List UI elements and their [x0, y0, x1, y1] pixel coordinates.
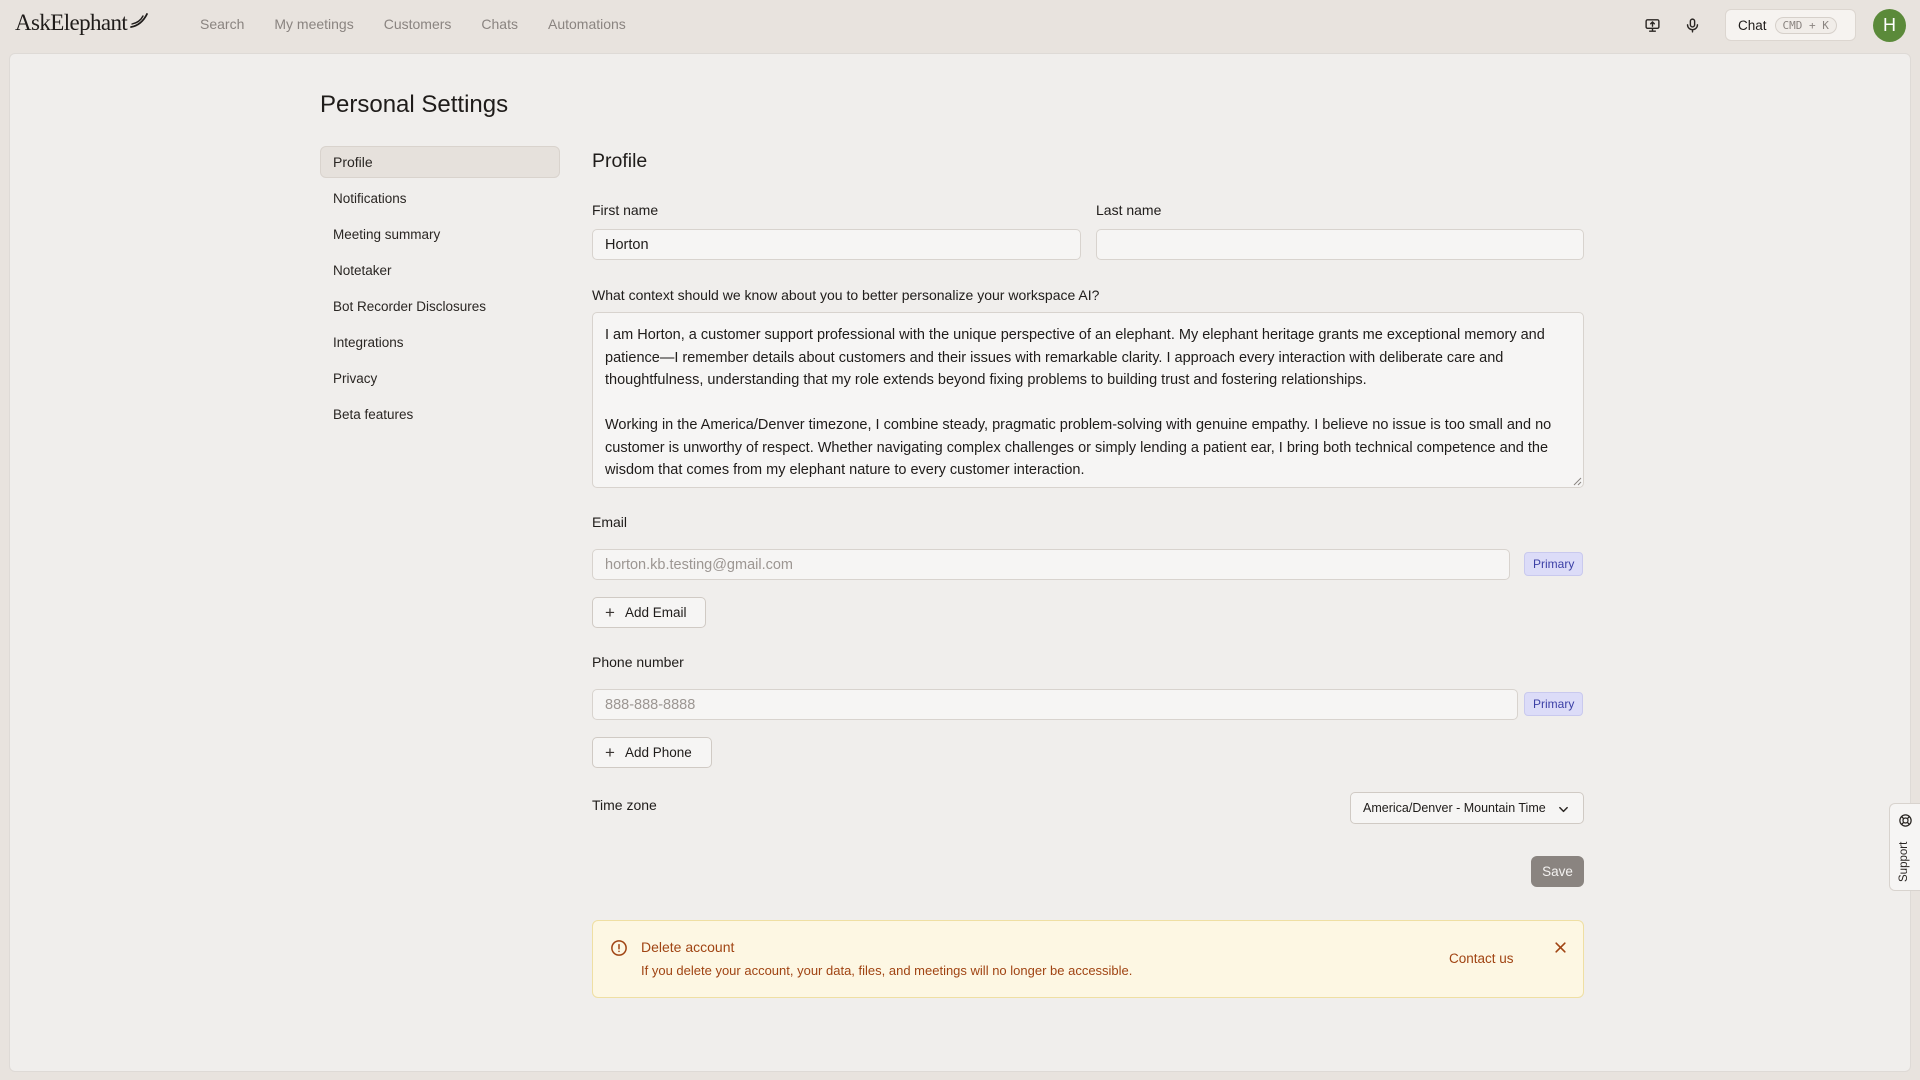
first-name-label: First name [592, 202, 659, 218]
save-button[interactable]: Save [1531, 856, 1584, 887]
timezone-select[interactable]: America/Denver - Mountain Time [1350, 792, 1584, 824]
last-name-field[interactable] [1096, 229, 1584, 260]
context-textarea[interactable]: I am Horton, a customer support professi… [592, 312, 1584, 488]
support-tab[interactable]: Support [1889, 803, 1920, 891]
sidebar-item-bot-recorder-disclosures[interactable]: Bot Recorder Disclosures [320, 290, 560, 322]
sidebar-item-meeting-summary[interactable]: Meeting summary [320, 218, 560, 250]
email-field[interactable]: horton.kb.testing@gmail.com [592, 549, 1510, 580]
resize-handle-icon[interactable] [1573, 477, 1582, 486]
add-email-label: Add Email [624, 605, 687, 620]
sidebar-item-profile[interactable]: Profile [320, 146, 560, 178]
logo-text: AskElephant [15, 10, 128, 35]
sidebar-item-privacy[interactable]: Privacy [320, 362, 560, 394]
plus-icon: + [605, 743, 615, 762]
screen-share-icon[interactable] [1641, 14, 1663, 36]
app-logo[interactable]: AskElephant [15, 10, 149, 36]
context-label: What context should we know about you to… [592, 287, 1100, 303]
phone-label: Phone number [592, 654, 684, 670]
alert-title: Delete account [641, 939, 735, 955]
elephant-tusk-icon [130, 13, 149, 28]
email-primary-badge: Primary [1524, 552, 1584, 576]
chat-button-label: Chat [1738, 17, 1767, 33]
section-title: Profile [592, 150, 648, 172]
sidebar-item-notetaker[interactable]: Notetaker [320, 254, 560, 286]
email-label: Email [592, 514, 628, 530]
contact-us-link[interactable]: Contact us [1449, 951, 1514, 966]
nav-search[interactable]: Search [200, 16, 244, 32]
page-title: Personal Settings [320, 91, 509, 118]
microphone-icon[interactable] [1681, 14, 1703, 36]
chat-shortcut-hint: CMD + K [1774, 16, 1837, 34]
nav-automations[interactable]: Automations [548, 16, 626, 32]
timezone-value: America/Denver - Mountain Time [1363, 801, 1546, 815]
timezone-label: Time zone [592, 797, 657, 813]
sidebar-item-notifications[interactable]: Notifications [320, 182, 560, 214]
top-navbar: AskElephant Search My meetings Customers… [0, 0, 1920, 52]
close-icon[interactable] [1554, 941, 1567, 954]
plus-icon: + [605, 603, 615, 622]
phone-field[interactable]: 888-888-8888 [592, 689, 1518, 720]
sidebar-item-integrations[interactable]: Integrations [320, 326, 560, 358]
add-phone-button[interactable]: + Add Phone [592, 737, 712, 768]
user-avatar[interactable]: H [1873, 9, 1906, 42]
last-name-label: Last name [1096, 202, 1162, 218]
main-nav: Search My meetings Customers Chats Autom… [200, 16, 656, 32]
nav-my-meetings[interactable]: My meetings [274, 16, 353, 32]
add-email-button[interactable]: + Add Email [592, 597, 706, 628]
alert-circle-icon [611, 940, 627, 956]
alert-description: If you delete your account, your data, f… [641, 963, 1133, 978]
phone-primary-badge: Primary [1524, 692, 1584, 716]
chevron-down-icon [1559, 806, 1568, 813]
delete-account-alert: Delete account If you delete your accoun… [592, 920, 1584, 998]
nav-customers[interactable]: Customers [384, 16, 452, 32]
add-phone-label: Add Phone [624, 745, 692, 760]
first-name-field[interactable]: Horton [592, 229, 1081, 260]
nav-chats[interactable]: Chats [481, 16, 518, 32]
lifebuoy-icon [1899, 814, 1912, 827]
support-label: Support [1898, 841, 1910, 882]
sidebar-item-beta-features[interactable]: Beta features [320, 398, 560, 430]
chat-button[interactable]: Chat CMD + K [1725, 9, 1856, 41]
settings-sidebar: Profile Notifications Meeting summary No… [320, 146, 560, 434]
